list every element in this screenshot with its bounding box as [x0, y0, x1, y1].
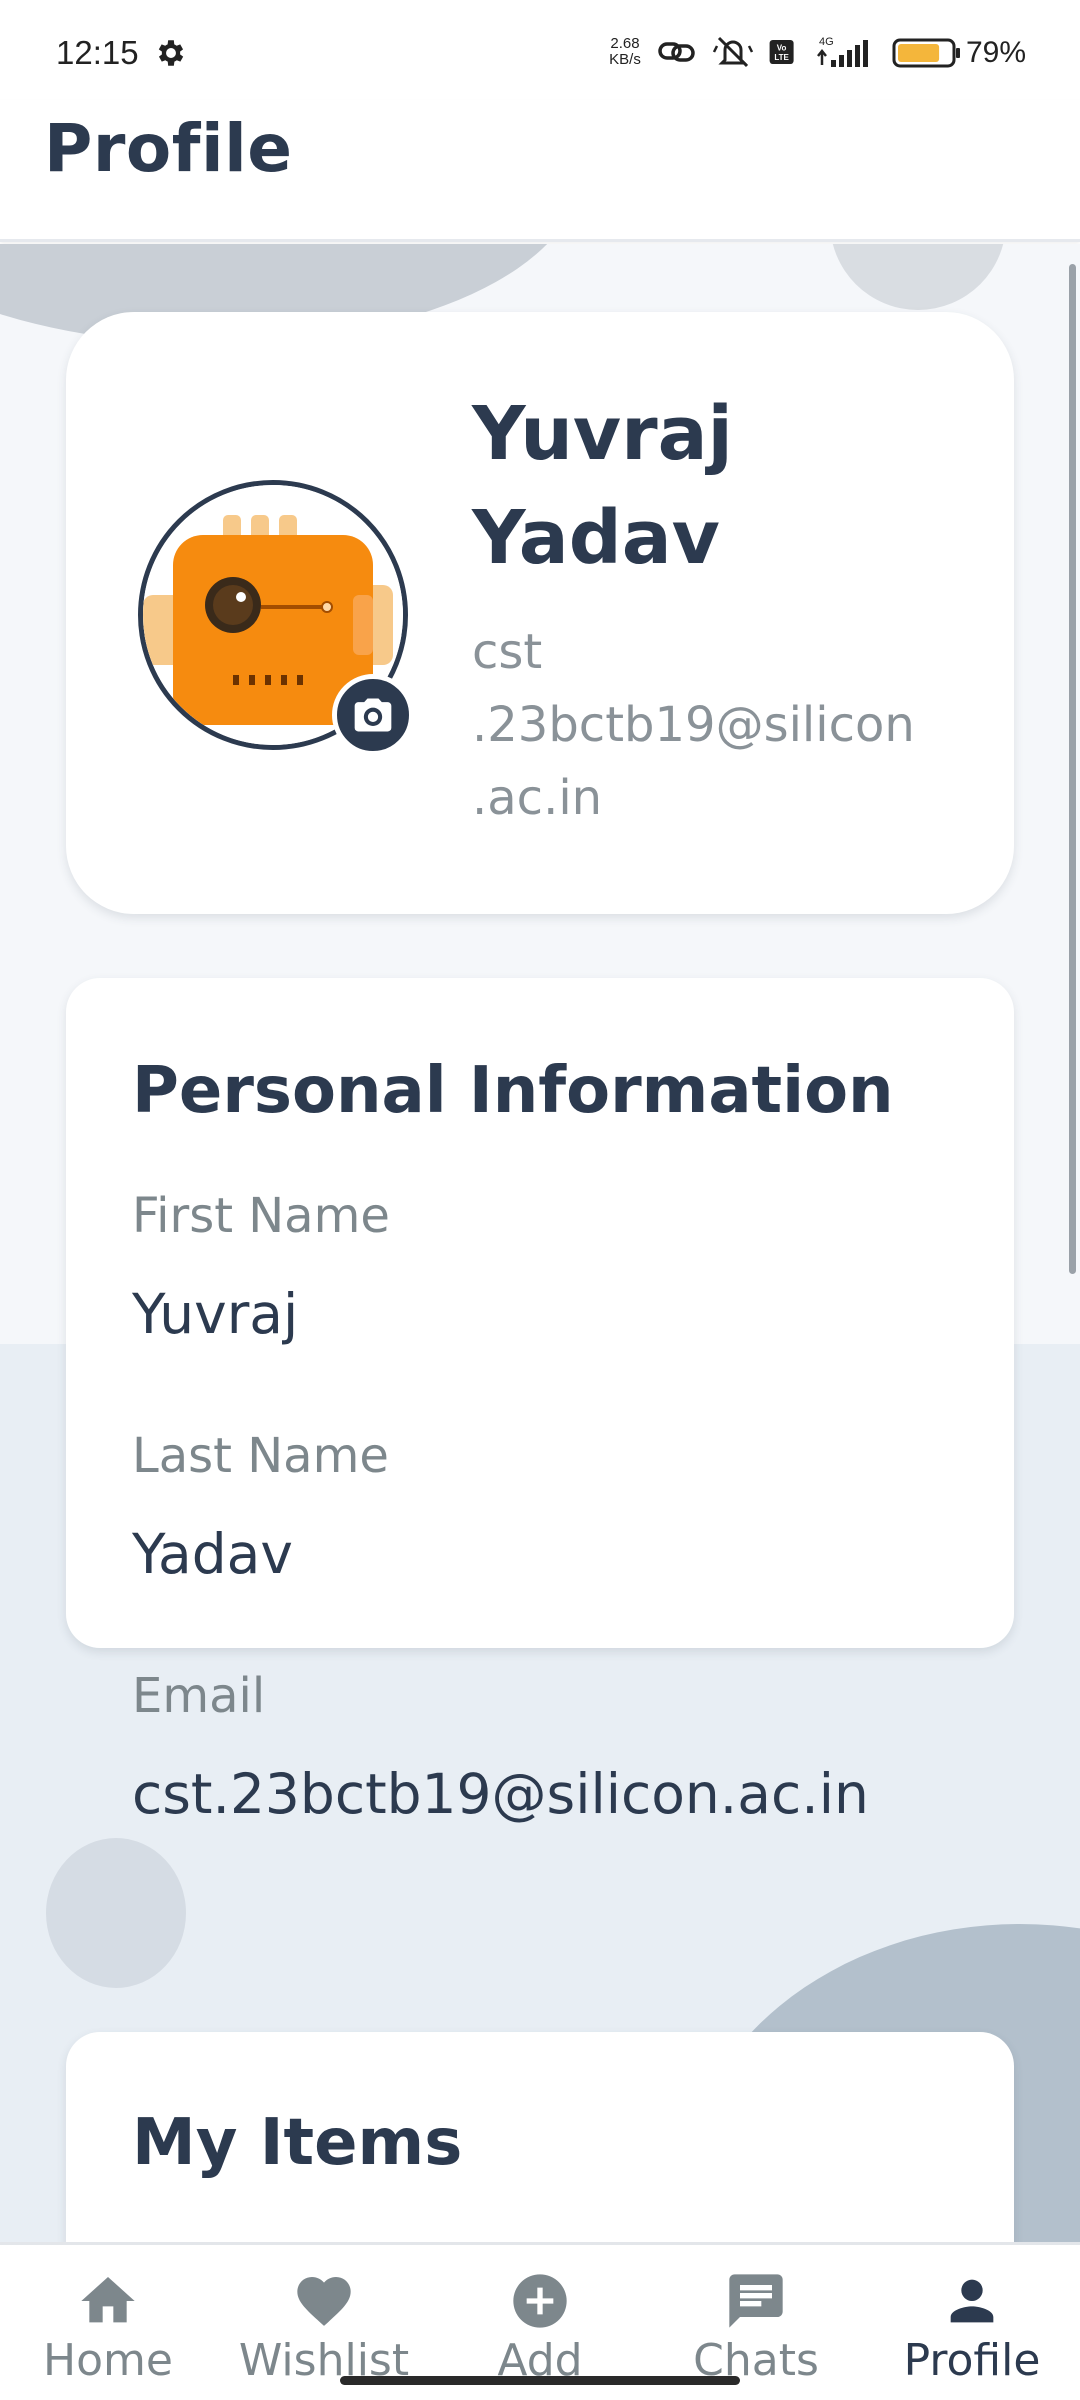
scrollbar[interactable]	[1069, 264, 1076, 1274]
personal-information-card: Personal Information First Name Yuvraj L…	[66, 978, 1014, 1826]
profile-email: cst .23bctb19@silicon .ac.in	[472, 624, 915, 826]
first-name-value: Yuvraj	[132, 1282, 299, 1346]
status-time: 12:15	[56, 34, 139, 71]
heart-icon	[297, 2277, 351, 2326]
last-name-label: Last Name	[132, 1428, 389, 1484]
email-value: cst.23bctb19@silicon.ac.in	[132, 1762, 869, 1826]
page-title: Profile	[44, 110, 293, 187]
email-label: Email	[132, 1668, 266, 1724]
battery-icon	[892, 38, 960, 68]
last-name-value: Yadav	[132, 1522, 293, 1586]
app-bar: Profile	[0, 100, 1080, 242]
add-circle-icon	[513, 2274, 567, 2328]
svg-text:LTE: LTE	[774, 53, 789, 62]
network-speed: 2.68 KB/s	[609, 35, 641, 68]
profile-header-card: Yuvraj Yadav cst .23bctb19@silicon .ac.i…	[66, 312, 1014, 914]
nav-label-home: Home	[43, 2335, 173, 2386]
battery-percent: 79%	[966, 36, 1027, 69]
nav-item-profile[interactable]: Profile	[864, 2245, 1080, 2400]
home-indicator[interactable]	[340, 2376, 740, 2385]
nav-label-profile: Profile	[903, 2335, 1041, 2386]
link-icon	[658, 42, 695, 62]
svg-text:Vo: Vo	[777, 43, 787, 52]
background-blob	[46, 1838, 186, 1988]
section-title-personal-information: Personal Information	[132, 1054, 894, 1128]
camera-icon	[354, 698, 392, 732]
nav-item-home[interactable]: Home	[0, 2245, 216, 2400]
my-items-card: My Items	[66, 2032, 1014, 2242]
section-title-my-items: My Items	[132, 2106, 463, 2180]
status-icons: Vo LTE 4G	[656, 32, 880, 72]
status-bar: 12:15 2.68 KB/s Vo LTE 4G 79%	[0, 0, 1080, 100]
mute-icon	[712, 36, 754, 68]
first-name-label: First Name	[132, 1188, 390, 1244]
profile-content[interactable]: Yuvraj Yadav cst .23bctb19@silicon .ac.i…	[0, 244, 1080, 2242]
volte-icon: Vo LTE	[769, 40, 794, 64]
svg-text:4G: 4G	[819, 36, 834, 48]
settings-icon	[158, 40, 184, 66]
person-icon	[950, 2279, 994, 2323]
background-blob	[830, 244, 1006, 310]
change-photo-button[interactable]	[332, 674, 414, 756]
profile-name: Yuvraj Yadav	[472, 391, 733, 581]
chat-icon	[729, 2274, 783, 2328]
signal-4g-icon: 4G	[817, 36, 868, 67]
home-icon	[81, 2277, 135, 2323]
